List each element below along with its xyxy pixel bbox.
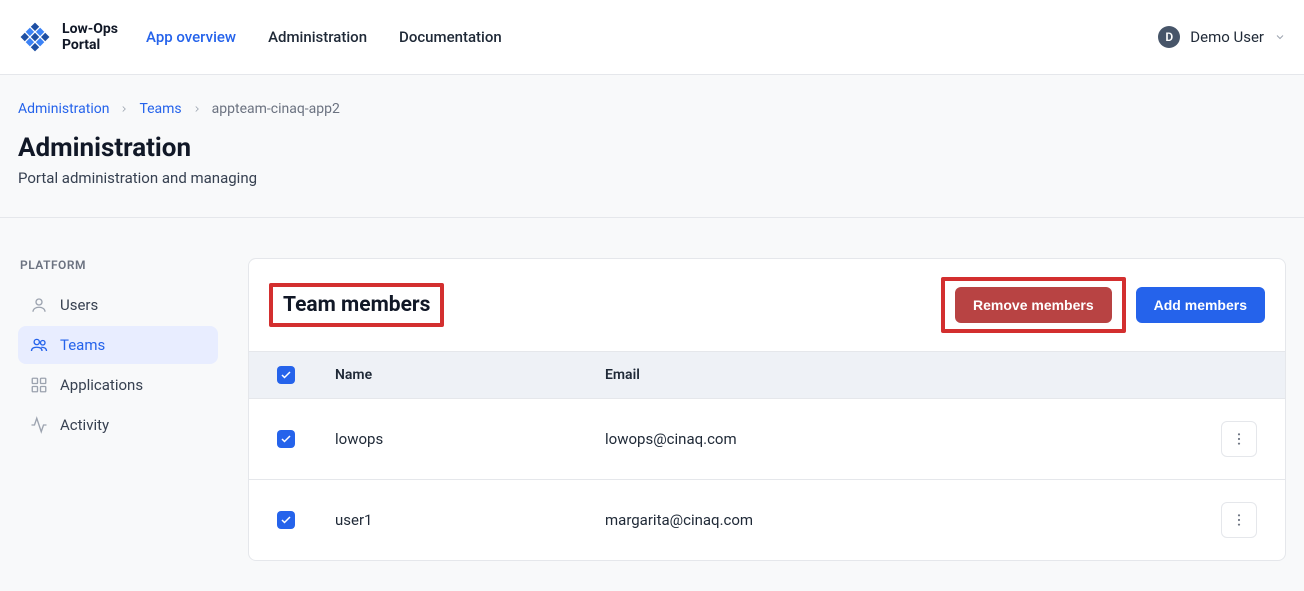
page-subtitle: Portal administration and managing (18, 169, 1286, 187)
col-header-email: Email (605, 367, 1197, 383)
title-highlight: Team members (269, 283, 444, 327)
sidebar-item-users[interactable]: Users (18, 286, 218, 324)
avatar: D (1158, 26, 1180, 48)
chevron-right-icon (192, 104, 202, 114)
chevron-right-icon (119, 104, 129, 114)
sidebar-item-label: Applications (60, 376, 143, 394)
team-members-card: Team members Remove members Add members … (248, 258, 1286, 561)
sidebar-item-label: Activity (60, 416, 109, 434)
user-icon (30, 296, 48, 314)
main-nav: App overview Administration Documentatio… (146, 28, 502, 46)
page-header: Administration Teams appteam-cinaq-app2 … (0, 75, 1304, 218)
breadcrumb-teams[interactable]: Teams (139, 101, 181, 117)
nav-app-overview[interactable]: App overview (146, 28, 236, 46)
header: Low-Ops Portal App overview Administrati… (0, 0, 1304, 75)
breadcrumb-current: appteam-cinaq-app2 (212, 101, 340, 117)
select-all-checkbox[interactable] (277, 366, 295, 384)
sidebar: PLATFORM Users Teams Applications Activi… (18, 258, 218, 561)
remove-members-button[interactable]: Remove members (955, 287, 1112, 323)
sidebar-item-activity[interactable]: Activity (18, 406, 218, 444)
nav-documentation[interactable]: Documentation (399, 28, 502, 46)
apps-icon (30, 376, 48, 394)
sidebar-item-teams[interactable]: Teams (18, 326, 218, 364)
remove-highlight: Remove members (941, 277, 1126, 333)
table-row: user1 margarita@cinaq.com (249, 479, 1285, 560)
col-header-name: Name (335, 367, 605, 383)
more-vertical-icon (1231, 431, 1247, 447)
row-name: lowops (335, 430, 605, 448)
row-email: lowops@cinaq.com (605, 430, 1197, 448)
user-name: Demo User (1190, 28, 1264, 46)
nav-administration[interactable]: Administration (268, 28, 367, 46)
row-actions-button[interactable] (1221, 502, 1257, 538)
users-icon (30, 336, 48, 354)
page-title: Administration (18, 133, 1286, 163)
add-members-button[interactable]: Add members (1136, 287, 1265, 323)
more-vertical-icon (1231, 512, 1247, 528)
user-menu[interactable]: D Demo User (1158, 26, 1286, 48)
content: PLATFORM Users Teams Applications Activi… (0, 218, 1304, 591)
card-head: Team members Remove members Add members (249, 259, 1285, 351)
sidebar-item-applications[interactable]: Applications (18, 366, 218, 404)
breadcrumb-administration[interactable]: Administration (18, 101, 109, 117)
table-row: lowops lowops@cinaq.com (249, 398, 1285, 479)
breadcrumb: Administration Teams appteam-cinaq-app2 (18, 101, 1286, 117)
row-checkbox[interactable] (277, 430, 295, 448)
logo[interactable]: Low-Ops Portal (18, 20, 118, 54)
card-title: Team members (283, 293, 430, 317)
logo-icon (18, 20, 52, 54)
table-header: Name Email (249, 351, 1285, 398)
main: Team members Remove members Add members … (248, 258, 1286, 561)
sidebar-item-label: Teams (60, 336, 105, 354)
row-actions-button[interactable] (1221, 421, 1257, 457)
sidebar-item-label: Users (60, 296, 98, 314)
logo-text: Low-Ops Portal (62, 21, 118, 53)
row-email: margarita@cinaq.com (605, 511, 1197, 529)
chevron-down-icon (1274, 31, 1286, 43)
row-name: user1 (335, 511, 605, 529)
sidebar-heading: PLATFORM (18, 258, 218, 272)
activity-icon (30, 416, 48, 434)
row-checkbox[interactable] (277, 511, 295, 529)
